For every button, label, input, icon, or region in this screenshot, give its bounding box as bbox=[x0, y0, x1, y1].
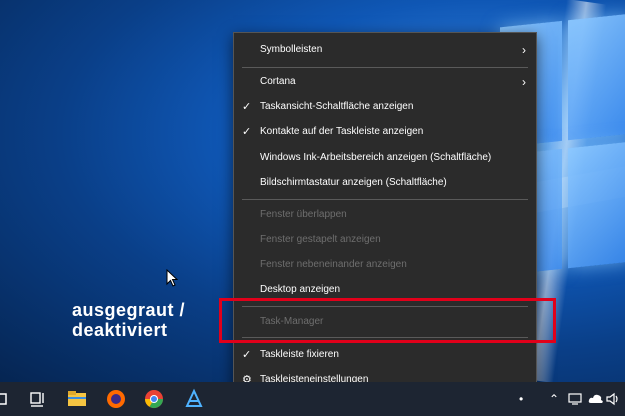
checkmark-icon: ✓ bbox=[242, 101, 252, 113]
app-icon[interactable] bbox=[183, 388, 205, 410]
file-explorer-icon[interactable] bbox=[66, 388, 88, 410]
menu-separator bbox=[242, 199, 528, 200]
menu-item-bildschirmtastatur[interactable]: Bildschirmtastatur anzeigen (Schaltfläch… bbox=[234, 172, 536, 194]
menu-item-windows-ink[interactable]: Windows Ink-Arbeitsbereich anzeigen (Sch… bbox=[234, 147, 536, 169]
menu-item-label: Symbolleisten bbox=[260, 44, 323, 55]
menu-item-label: Fenster nebeneinander anzeigen bbox=[260, 259, 407, 270]
menu-item-label: Fenster überlappen bbox=[260, 209, 347, 220]
mouse-cursor-icon bbox=[166, 269, 178, 287]
menu-item-symbolleisten[interactable]: Symbolleisten › bbox=[234, 39, 536, 61]
network-icon[interactable] bbox=[568, 391, 584, 407]
chrome-icon[interactable] bbox=[143, 388, 165, 410]
chevron-up-icon[interactable]: ⌃ bbox=[549, 382, 559, 416]
menu-item-label: Taskansicht-Schaltfläche anzeigen bbox=[260, 101, 414, 112]
taskbar: • ⌃ bbox=[0, 382, 625, 416]
menu-separator bbox=[242, 67, 528, 68]
annotation-line-1: ausgegraut / bbox=[72, 300, 186, 320]
menu-item-fenster-ueberlappen: Fenster überlappen bbox=[234, 204, 536, 226]
firefox-icon[interactable] bbox=[105, 388, 127, 410]
cloud-icon[interactable] bbox=[588, 391, 604, 407]
menu-item-taskansicht[interactable]: ✓ Taskansicht-Schaltfläche anzeigen bbox=[234, 96, 536, 118]
chevron-right-icon: › bbox=[522, 75, 526, 89]
annotation-line-2: deaktiviert bbox=[72, 320, 168, 340]
menu-item-label: Cortana bbox=[260, 76, 296, 87]
annotation-text: ausgegraut / deaktiviert bbox=[72, 300, 185, 340]
menu-item-label: Bildschirmtastatur anzeigen (Schaltfläch… bbox=[260, 177, 447, 188]
checkmark-icon: ✓ bbox=[242, 126, 252, 138]
menu-item-kontakte[interactable]: ✓ Kontakte auf der Taskleiste anzeigen bbox=[234, 121, 536, 143]
highlight-box bbox=[219, 298, 556, 343]
menu-item-label: Windows Ink-Arbeitsbereich anzeigen (Sch… bbox=[260, 152, 492, 163]
checkmark-icon: ✓ bbox=[242, 349, 252, 361]
chevron-right-icon: › bbox=[522, 43, 526, 57]
menu-item-label: Kontakte auf der Taskleiste anzeigen bbox=[260, 126, 424, 137]
search-icon[interactable] bbox=[0, 388, 10, 410]
tray-dot-icon: • bbox=[519, 392, 524, 406]
menu-item-label: Taskleiste fixieren bbox=[260, 349, 339, 360]
menu-item-fenster-nebeneinander: Fenster nebeneinander anzeigen bbox=[234, 254, 536, 276]
menu-item-label: Fenster gestapelt anzeigen bbox=[260, 234, 381, 245]
task-view-icon[interactable] bbox=[27, 388, 49, 410]
volume-icon[interactable] bbox=[605, 391, 621, 407]
menu-item-cortana[interactable]: Cortana › bbox=[234, 71, 536, 93]
menu-item-taskleiste-fixieren[interactable]: ✓ Taskleiste fixieren bbox=[234, 344, 536, 366]
menu-item-fenster-gestapelt: Fenster gestapelt anzeigen bbox=[234, 229, 536, 251]
taskbar-context-menu: Symbolleisten › Cortana › ✓ Taskansicht-… bbox=[233, 32, 537, 400]
